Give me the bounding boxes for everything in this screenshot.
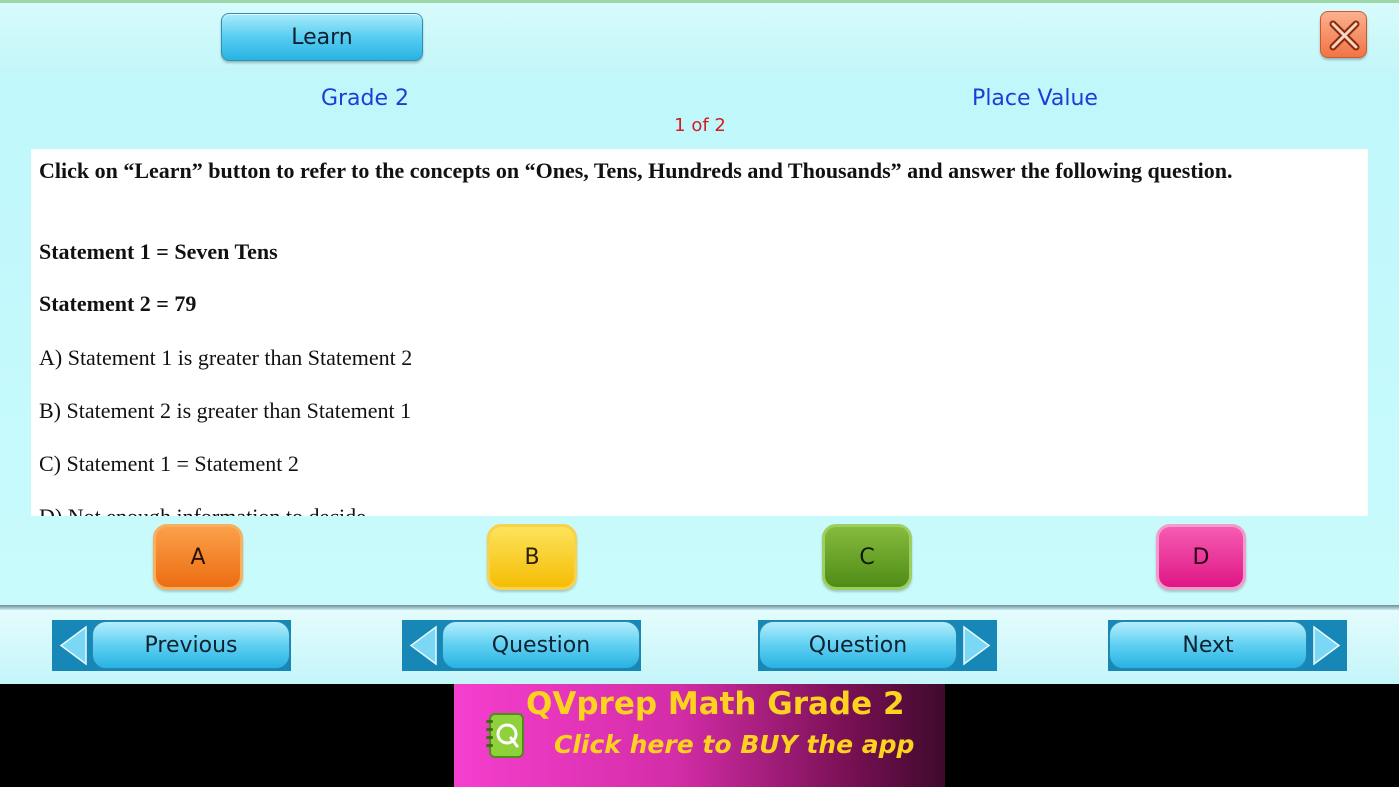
close-x-icon <box>1329 20 1360 51</box>
topic-label: Place Value <box>972 86 1098 111</box>
arrow-left-icon <box>59 625 87 666</box>
question-next-label: Question <box>759 621 957 669</box>
previous-label: Previous <box>92 621 290 669</box>
close-button[interactable] <box>1320 11 1367 58</box>
question-counter: 1 of 2 <box>674 115 726 136</box>
next-label: Next <box>1109 621 1307 669</box>
previous-button[interactable]: Previous <box>52 620 291 671</box>
option-d-text: D) Not enough information to decide <box>39 502 366 516</box>
buy-app-banner[interactable]: QVprep Math Grade 2 Click here to BUY th… <box>454 684 945 787</box>
statement-2: Statement 2 = 79 <box>39 291 197 316</box>
question-prev-button[interactable]: Question <box>402 620 641 671</box>
arrow-right-icon <box>963 625 991 666</box>
question-intro: Click on “Learn” button to refer to the … <box>39 158 1233 183</box>
answer-c-button[interactable]: C <box>822 524 912 590</box>
top-bar <box>0 0 1399 76</box>
qvprep-notebook-logo-icon <box>486 713 524 758</box>
grade-label: Grade 2 <box>320 86 410 111</box>
question-next-button[interactable]: Question <box>758 620 997 671</box>
arrow-right-icon <box>1313 625 1341 666</box>
option-b-text: B) Statement 2 is greater than Statement… <box>39 398 412 423</box>
answer-a-button[interactable]: A <box>153 524 243 590</box>
arrow-left-icon <box>409 625 437 666</box>
statement-1: Statement 1 = Seven Tens <box>39 239 278 264</box>
option-a-text: A) Statement 1 is greater than Statement… <box>39 345 413 370</box>
learn-button[interactable]: Learn <box>221 13 423 61</box>
banner-subtitle: Click here to BUY the app <box>554 730 915 759</box>
question-prev-label: Question <box>442 621 640 669</box>
option-c-text: C) Statement 1 = Statement 2 <box>39 451 299 476</box>
banner-title: QVprep Math Grade 2 <box>526 686 905 722</box>
answer-b-button[interactable]: B <box>487 524 577 590</box>
answer-d-button[interactable]: D <box>1156 524 1246 590</box>
next-button[interactable]: Next <box>1108 620 1347 671</box>
question-panel[interactable]: Click on “Learn” button to refer to the … <box>31 149 1368 516</box>
